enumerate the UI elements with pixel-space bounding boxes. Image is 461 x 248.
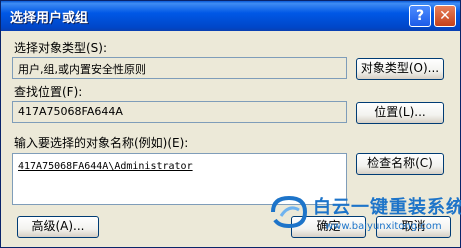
check-names-button[interactable]: 检查名称(C) <box>356 153 444 175</box>
object-types-button[interactable]: 对象类型(O)... <box>356 58 444 80</box>
location-label: 查找位置(F): <box>14 85 83 99</box>
close-icon[interactable]: ✕ <box>434 5 456 27</box>
watermark-url: www.baiyunxitong.com <box>325 221 442 232</box>
advanced-button[interactable]: 高级(A)... <box>17 216 99 238</box>
watermark-logo-icon <box>271 195 308 229</box>
watermark: 白云一键重装系统 www.baiyunxitong.com <box>269 187 461 243</box>
object-names-label: 输入要选择的对象名称(例如)(E): <box>14 136 189 150</box>
watermark-title: 白云一键重装系统 <box>313 197 461 218</box>
object-names-value: 417A75068FA644A\Administrator <box>18 161 193 172</box>
locations-button[interactable]: 位置(L)... <box>356 102 444 124</box>
title-bar[interactable]: 选择用户或组 ? ✕ <box>1 1 460 31</box>
object-type-label: 选择对象类型(S): <box>14 41 108 55</box>
help-icon[interactable]: ? <box>409 5 431 27</box>
window-title: 选择用户或组 <box>10 11 89 26</box>
location-field: 417A75068FA644A <box>12 101 347 123</box>
select-users-or-groups-dialog: 选择用户或组 ? ✕ 选择对象类型(S): 用户,组,或内置安全性原则 对象类型… <box>0 0 461 248</box>
object-type-field: 用户,组,或内置安全性原则 <box>12 57 347 79</box>
